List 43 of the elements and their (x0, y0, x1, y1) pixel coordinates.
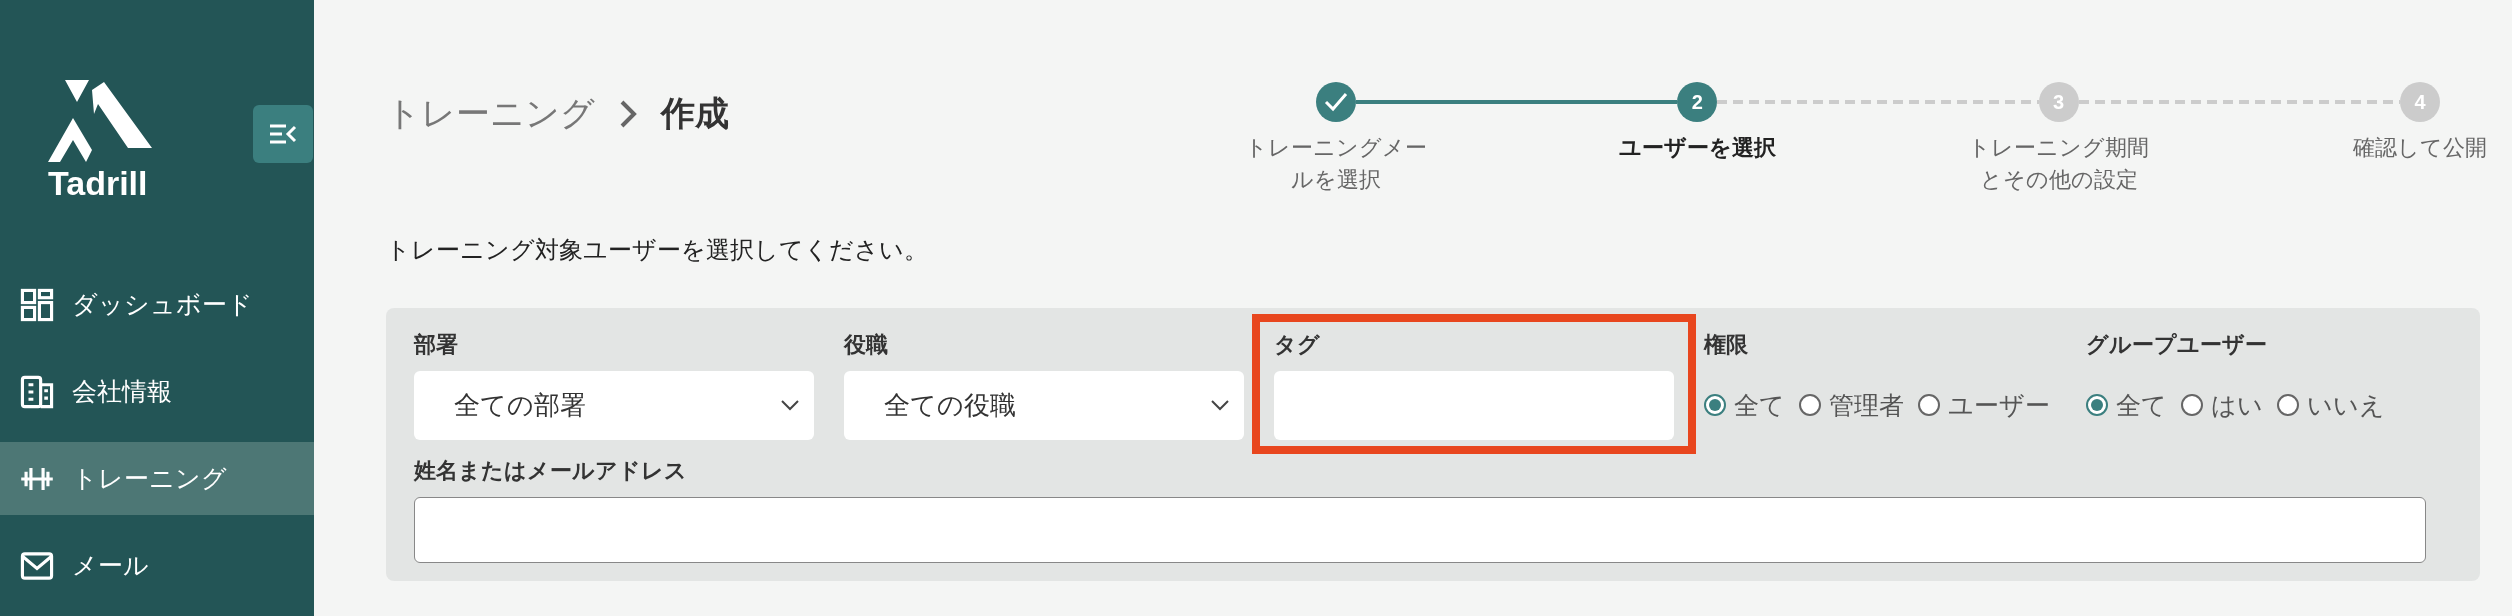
chevron-right-icon (619, 98, 637, 129)
logo-text: Tadrill (48, 166, 148, 200)
radio-button[interactable] (1799, 394, 1821, 417)
chevron-down-icon (1210, 399, 1230, 412)
breadcrumb-current: 作成 (661, 93, 729, 134)
radio-button[interactable] (2277, 394, 2299, 417)
step-label: 確認して公開 (2352, 134, 2488, 162)
radio-label: 全て (1734, 389, 1785, 421)
radio-label: ユーザー (1948, 389, 2050, 421)
select-field[interactable]: 全ての役職 (844, 370, 1244, 440)
step-label: ユーザーを選択 (1617, 134, 1777, 162)
step-marker: 2 (1677, 82, 1718, 122)
sidebar-item[interactable]: ダッシュボード (0, 268, 314, 341)
radio-label: 全て (2116, 389, 2167, 421)
field-label: 姓名またはメールアドレス (414, 456, 688, 485)
field-label: 権限 (1704, 330, 1749, 359)
instruction-text: トレーニング対象ユーザーを選択してください。 (386, 234, 929, 265)
select-field[interactable]: 全ての部署 (414, 370, 814, 440)
collapse-menu-icon (268, 123, 298, 145)
step-label: トレーニングメールを選択 (1244, 134, 1428, 194)
radio-button[interactable] (2181, 394, 2203, 417)
sidebar-item[interactable]: トレーニング (0, 442, 314, 515)
breadcrumb-link[interactable]: トレーニング (386, 88, 595, 139)
logo-icon (48, 80, 152, 162)
sidebar-item[interactable]: 会社情報 (0, 355, 314, 428)
sidebar-item[interactable]: メール (0, 529, 314, 602)
name-email-input[interactable] (414, 496, 2426, 563)
field-label: 役職 (844, 330, 889, 359)
radio-label: 管理者 (1829, 389, 1904, 421)
dashboard-icon (20, 287, 54, 322)
collapse-sidebar-button[interactable] (253, 105, 313, 163)
radio-label: いいえ (2307, 389, 2385, 421)
radio-button[interactable] (2086, 394, 2108, 417)
field-label: タグ (1274, 330, 1321, 359)
tag-input[interactable] (1274, 370, 1674, 440)
step-label: トレーニング期間とその他の設定 (1967, 134, 2151, 194)
field-label: 部署 (414, 330, 459, 359)
chevron-down-icon (780, 399, 800, 412)
building-icon (20, 374, 54, 409)
radio-button[interactable] (1704, 394, 1726, 417)
radio-label: はい (2211, 389, 2263, 421)
radio-button[interactable] (1918, 394, 1940, 417)
field-label: グループユーザー (2086, 330, 2268, 359)
